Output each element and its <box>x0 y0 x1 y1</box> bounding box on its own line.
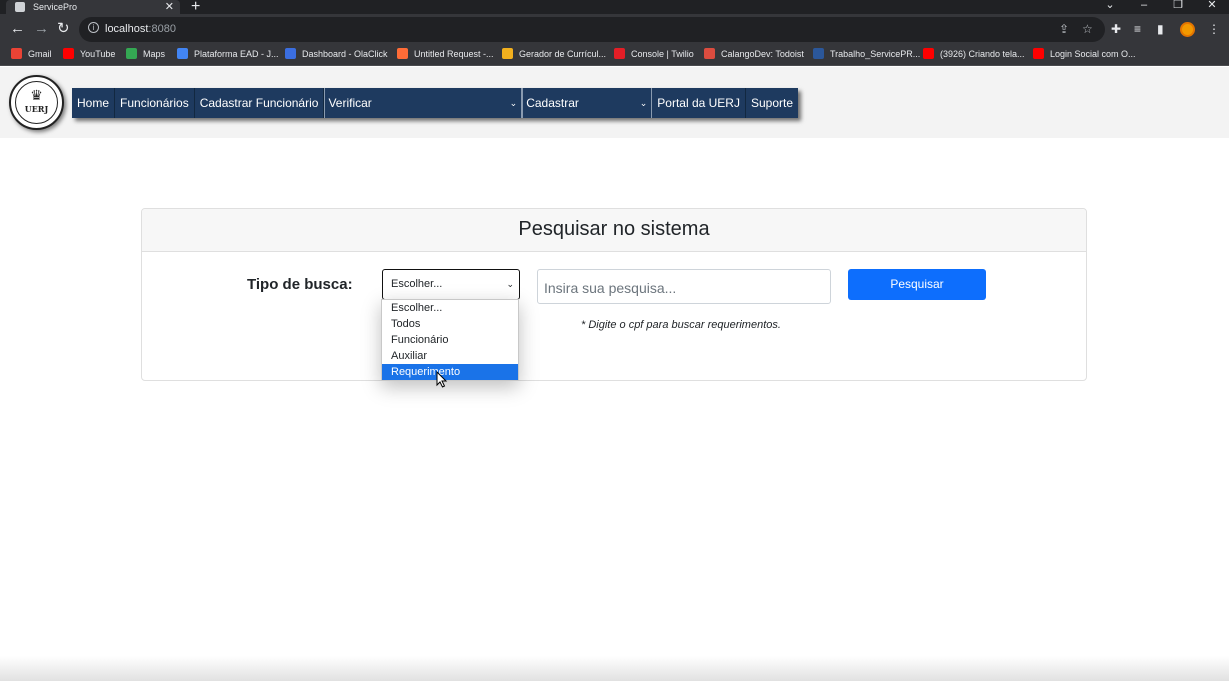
site-header: ♛ UERJ Home Funcionários Cadastrar Funci… <box>0 67 1229 138</box>
option-escolher[interactable]: Escolher... <box>382 300 518 316</box>
maps-icon <box>126 48 137 59</box>
search-placeholder: Insira sua pesquisa... <box>544 280 677 296</box>
tab-search-button[interactable]: ⌄ <box>1093 0 1127 14</box>
reload-icon[interactable]: ↻ <box>57 20 70 38</box>
twilio-icon <box>614 48 625 59</box>
mouse-cursor-icon <box>436 371 448 388</box>
browser-tab[interactable]: ServicePro ✕ <box>6 0 180 14</box>
chevron-down-icon: ⌄ <box>506 279 514 289</box>
minimize-button[interactable]: – <box>1127 0 1161 14</box>
search-type-dropdown: Escolher... Todos Funcionário Auxiliar R… <box>381 299 519 381</box>
close-window-button[interactable]: ✕ <box>1195 0 1229 14</box>
bookmark-star-icon[interactable]: ☆ <box>1082 22 1093 36</box>
bookmark-youtube[interactable]: YouTube <box>63 48 115 59</box>
bookmark-dashboard-olaclick[interactable]: Dashboard - OlaClick <box>285 48 388 59</box>
search-hint: * Digite o cpf para buscar requerimentos… <box>581 319 781 331</box>
bookmark-twilio[interactable]: Console | Twilio <box>614 48 694 59</box>
todoist-icon <box>704 48 715 59</box>
nav-verificar-select[interactable]: Verificar ⌄ <box>324 88 523 118</box>
chevron-down-icon: ⌄ <box>509 97 518 108</box>
page: ♛ UERJ Home Funcionários Cadastrar Funci… <box>0 67 1229 681</box>
option-funcionario[interactable]: Funcionário <box>382 332 518 348</box>
option-todos[interactable]: Todos <box>382 316 518 332</box>
youtube-icon <box>923 48 934 59</box>
nav-cadastrar-funcionario[interactable]: Cadastrar Funcionário <box>195 88 325 118</box>
restore-button[interactable]: ❐ <box>1161 0 1195 14</box>
nav-home[interactable]: Home <box>72 88 116 118</box>
browser-menu-icon[interactable]: ⋮ <box>1208 22 1220 36</box>
bookmark-gmail[interactable]: Gmail <box>11 48 52 59</box>
nav-suporte[interactable]: Suporte <box>746 88 798 118</box>
nav-portal-uerj[interactable]: Portal da UERJ <box>652 88 746 118</box>
ead-icon <box>177 48 188 59</box>
page-title: Pesquisar no sistema <box>142 209 1086 252</box>
site-info-icon[interactable]: i <box>88 22 99 33</box>
olaclick-icon <box>285 48 296 59</box>
forward-arrow-icon[interactable]: → <box>34 20 49 38</box>
search-button[interactable]: Pesquisar <box>848 269 986 300</box>
back-arrow-icon[interactable]: ← <box>10 20 25 38</box>
word-icon <box>813 48 824 59</box>
gerador-icon <box>502 48 513 59</box>
google-icon <box>11 48 22 59</box>
bookmark-maps[interactable]: Maps <box>126 48 165 59</box>
extensions-puzzle-icon[interactable]: ✚ <box>1111 22 1121 36</box>
search-card: Pesquisar no sistema Tipo de busca: Esco… <box>141 208 1087 381</box>
nav-funcionarios[interactable]: Funcionários <box>115 88 195 118</box>
youtube-icon <box>63 48 74 59</box>
bottom-shadow <box>0 656 1229 681</box>
bookmark-word-doc[interactable]: Trabalho_ServicePR... <box>813 48 920 59</box>
profile-avatar-icon[interactable] <box>1180 22 1195 37</box>
search-type-label: Tipo de busca: <box>247 276 353 293</box>
chevron-down-icon: ⌄ <box>639 97 648 108</box>
share-icon[interactable]: ⇪ <box>1059 22 1069 36</box>
bookmark-untitled-request[interactable]: Untitled Request -... <box>397 48 494 59</box>
bookmark-criando-tela[interactable]: (3926) Criando tela... <box>923 48 1025 59</box>
bookmark-gerador-curriculo[interactable]: Gerador de Currícul... <box>502 48 606 59</box>
bookmarks-bar: Gmail YouTube Maps Plataforma EAD - J...… <box>0 44 1229 66</box>
bookmark-login-social[interactable]: Login Social com O... <box>1033 48 1136 59</box>
option-auxiliar[interactable]: Auxiliar <box>382 348 518 364</box>
tab-close-icon[interactable]: ✕ <box>165 0 174 14</box>
nav-cadastrar-select[interactable]: Cadastrar ⌄ <box>522 88 653 118</box>
media-control-icon[interactable]: ≡ <box>1134 22 1141 36</box>
uerj-logo[interactable]: ♛ UERJ <box>9 75 64 130</box>
address-bar[interactable]: i localhost:8080 ⇪ ☆ <box>79 17 1105 42</box>
youtube-icon <box>1033 48 1044 59</box>
browser-tab-strip: ServicePro ✕ + ⌄ – ❐ ✕ <box>0 0 1229 15</box>
search-input[interactable]: Insira sua pesquisa... <box>537 269 831 304</box>
url-text: localhost:8080 <box>105 23 176 35</box>
search-type-select[interactable]: Escolher... ⌄ <box>382 269 520 300</box>
main-navbar: Home Funcionários Cadastrar Funcionário … <box>72 88 798 118</box>
tab-title: ServicePro <box>33 2 78 12</box>
option-requerimento[interactable]: Requerimento <box>382 364 518 380</box>
postman-icon <box>397 48 408 59</box>
favicon-icon <box>15 2 25 12</box>
bookmark-todoist[interactable]: CalangoDev: Todoist <box>704 48 804 59</box>
torch-icon: ♛ <box>30 87 43 103</box>
bookmark-plataforma-ead[interactable]: Plataforma EAD - J... <box>177 48 279 59</box>
side-panel-icon[interactable]: ▮ <box>1157 22 1164 36</box>
browser-toolbar: ← → ↻ i localhost:8080 ⇪ ☆ ✚ ≡ ▮ ⋮ <box>0 14 1229 44</box>
